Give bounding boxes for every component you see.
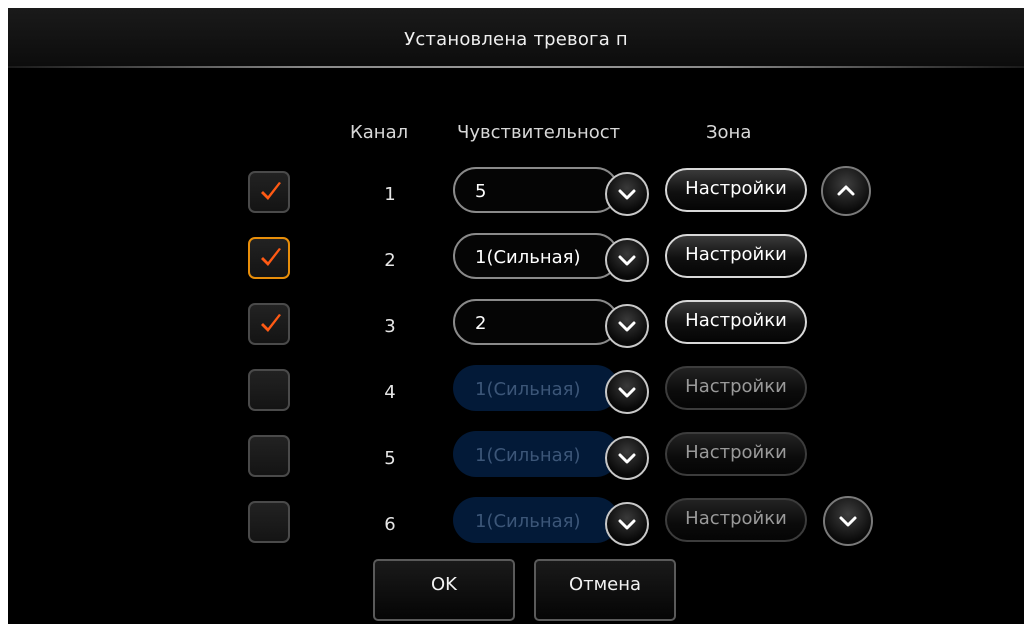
channel-3-number: 3 [384,316,396,337]
chevron-up-icon [837,185,855,196]
scroll-up-button[interactable] [821,166,871,216]
checkmark-icon [261,314,281,332]
chevron-down-icon [618,321,636,332]
header-sensitivity: Чувствительност [457,122,621,143]
channel-5-sensitivity-value: 1(Сильная) [475,445,581,466]
channel-4-number: 4 [384,382,396,403]
title-divider [8,66,1024,68]
channel-2-sensitivity-value: 1(Сильная) [475,247,581,268]
checkmark-icon [261,248,281,266]
channel-5-number: 5 [384,448,396,469]
chevron-down-icon [618,387,636,398]
channel-2-checkbox[interactable] [248,237,290,279]
channel-2-zone-settings-button[interactable]: Настройки [665,234,807,278]
channel-4-checkbox[interactable] [248,369,290,411]
channel-6-sensitivity-dropdown[interactable] [605,502,649,546]
channel-3-sensitivity-value: 2 [475,313,487,334]
channel-1-checkbox[interactable] [248,171,290,213]
scroll-down-button[interactable] [823,496,873,546]
chevron-down-icon [618,255,636,266]
channel-5-zone-settings-button[interactable]: Настройки [665,432,807,476]
cancel-button[interactable]: Отмена [534,559,676,621]
ok-button[interactable]: OK [373,559,515,621]
channel-1-sensitivity-dropdown[interactable] [605,172,649,216]
channel-4-sensitivity-value: 1(Сильная) [475,379,581,400]
channel-3-sensitivity-select[interactable]: 2 [453,299,619,345]
channel-3-sensitivity-dropdown[interactable] [605,304,649,348]
header-channel: Канал [350,122,409,143]
channel-4-sensitivity-select[interactable]: 1(Сильная) [453,365,619,411]
channel-5-sensitivity-select[interactable]: 1(Сильная) [453,431,619,477]
motion-alarm-dialog: Установлена тревога п Канал Чувствительн… [8,8,1024,624]
chevron-down-icon [839,516,857,527]
channel-6-checkbox[interactable] [248,501,290,543]
channel-2-sensitivity-select[interactable]: 1(Сильная) [453,233,619,279]
dialog-title: Установлена тревога п [404,29,628,50]
header-zone: Зона [706,122,752,143]
channel-4-zone-settings-button[interactable]: Настройки [665,366,807,410]
channel-6-zone-settings-button[interactable]: Настройки [665,498,807,542]
chevron-down-icon [618,453,636,464]
checkmark-icon [261,182,281,200]
channel-6-sensitivity-value: 1(Сильная) [475,511,581,532]
channel-1-sensitivity-select[interactable]: 5 [453,167,619,213]
channel-1-sensitivity-value: 5 [475,181,487,202]
channel-5-checkbox[interactable] [248,435,290,477]
chevron-down-icon [618,189,636,200]
channel-3-checkbox[interactable] [248,303,290,345]
channel-1-zone-settings-button[interactable]: Настройки [665,168,807,212]
chevron-down-icon [618,519,636,530]
channel-2-sensitivity-dropdown[interactable] [605,238,649,282]
channel-4-sensitivity-dropdown[interactable] [605,370,649,414]
channel-6-number: 6 [384,514,396,535]
channel-2-number: 2 [384,250,396,271]
channel-5-sensitivity-dropdown[interactable] [605,436,649,480]
channel-1-number: 1 [384,184,396,205]
channel-3-zone-settings-button[interactable]: Настройки [665,300,807,344]
dialog-titlebar: Установлена тревога п [8,8,1024,68]
channel-6-sensitivity-select[interactable]: 1(Сильная) [453,497,619,543]
